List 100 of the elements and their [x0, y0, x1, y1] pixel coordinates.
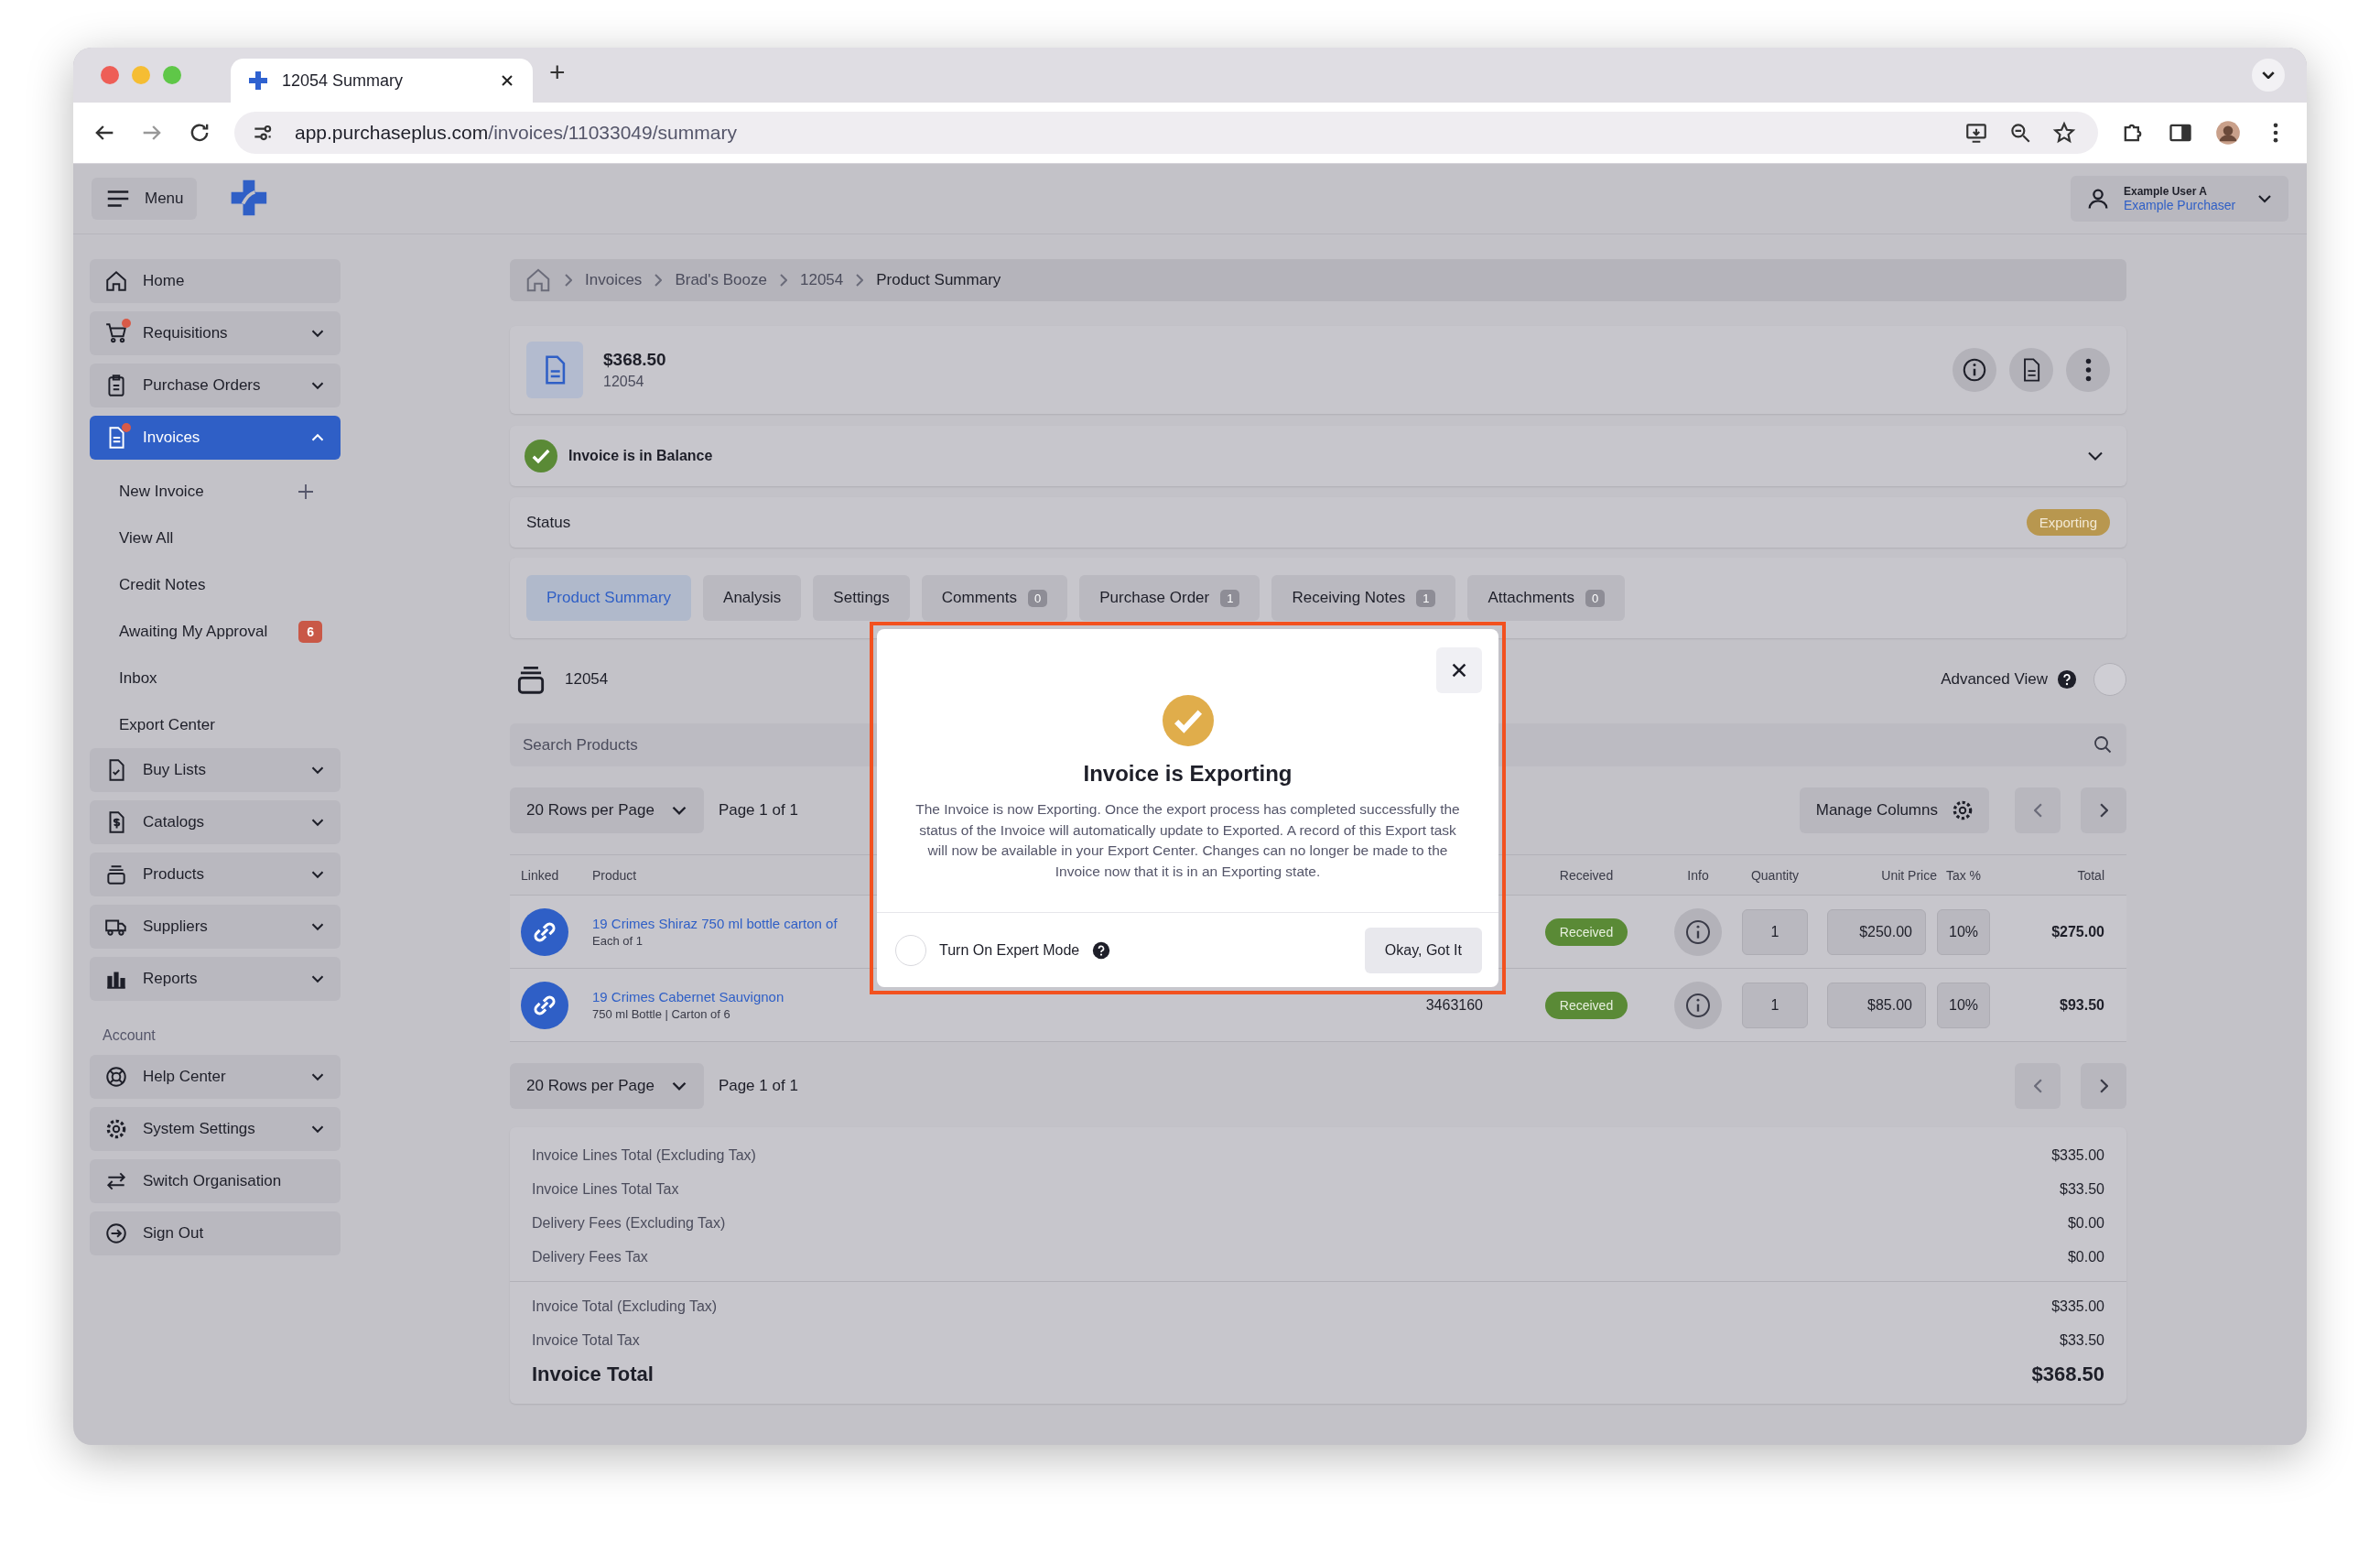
- address-bar[interactable]: app.purchaseplus.com/invoices/11033049/summary: [234, 112, 2098, 154]
- quantity-field[interactable]: 1: [1742, 908, 1808, 955]
- info-button[interactable]: [1674, 907, 1722, 956]
- column-header: Unit Price: [1881, 867, 1937, 883]
- tab[interactable]: Receiving Notes 1: [1271, 575, 1456, 621]
- dialog-title: Invoice is Exporting: [1083, 761, 1293, 787]
- close-button[interactable]: [1436, 647, 1482, 693]
- tab[interactable]: Comments 0: [921, 575, 1068, 621]
- chevron-right-icon: [2099, 1079, 2108, 1093]
- status-badge: Exporting: [2026, 509, 2110, 536]
- product-detail: Each of 1: [592, 934, 643, 948]
- tab-list-button[interactable]: [2252, 59, 2285, 92]
- tax-field[interactable]: 10%: [1937, 982, 1990, 1028]
- unit-price-field[interactable]: $250.00: [1827, 908, 1926, 955]
- table-cell: 3463160: [1425, 996, 1483, 1013]
- unit-price-field[interactable]: $85.00: [1827, 982, 1926, 1028]
- info-button[interactable]: [1674, 981, 1722, 1029]
- rows-per-page-select[interactable]: 20 Rows per Page: [510, 1063, 704, 1109]
- sidebar-item[interactable]: Buy Lists: [90, 748, 341, 792]
- sidebar-item[interactable]: Requisitions: [90, 311, 341, 355]
- line-total: $93.50: [2060, 996, 2104, 1014]
- chevron-right-icon: [856, 274, 864, 287]
- total-value: $335.00: [2051, 1298, 2104, 1315]
- total-value: $33.50: [2060, 1180, 2104, 1198]
- rows-per-page-select[interactable]: 20 Rows per Page: [510, 787, 704, 833]
- tab[interactable]: Attachments 0: [1467, 575, 1626, 621]
- count-badge: 1: [1220, 589, 1240, 607]
- breadcrumb-link[interactable]: Invoices: [585, 271, 643, 289]
- sidebar-item[interactable]: Purchase Orders: [90, 364, 341, 407]
- sidebar-item[interactable]: Products: [90, 852, 341, 896]
- sidebar-item[interactable]: System Settings: [90, 1107, 341, 1151]
- column-header: Quantity: [1750, 867, 1800, 883]
- sidebar-item[interactable]: Switch Organisation: [90, 1159, 341, 1203]
- zoom-icon[interactable]: [2008, 121, 2032, 145]
- sidebar-subitem[interactable]: Inbox: [90, 655, 341, 701]
- page-indicator: Page 1 of 1: [718, 1077, 798, 1095]
- balance-panel[interactable]: Invoice is in Balance: [510, 426, 2126, 486]
- sidebar-subitem[interactable]: Awaiting My Approval 6: [90, 608, 341, 655]
- total-value: $335.00: [2051, 1146, 2104, 1164]
- tab[interactable]: Settings: [813, 575, 910, 621]
- total-label: Invoice Total (Excluding Tax): [532, 1298, 718, 1315]
- line-total: $275.00: [2051, 923, 2104, 940]
- more-icon: [2084, 358, 2092, 382]
- link-icon[interactable]: [521, 907, 568, 956]
- sidebar-subitem[interactable]: New Invoice: [90, 468, 341, 515]
- tax-field[interactable]: 10%: [1937, 908, 1990, 955]
- chevron-left-icon: [2033, 1079, 2042, 1093]
- home-icon[interactable]: [525, 266, 552, 294]
- total-value: $0.00: [2067, 1248, 2104, 1265]
- tab[interactable]: Purchase Order 1: [1079, 575, 1260, 621]
- total-label: Invoice Total Tax: [532, 1331, 640, 1349]
- column-header: Product: [592, 867, 637, 883]
- sidebar-item[interactable]: Sign Out: [90, 1211, 341, 1255]
- sidebar-subitem[interactable]: View All: [90, 515, 341, 561]
- quantity-field[interactable]: 1: [1742, 982, 1808, 1028]
- user-menu[interactable]: Example User A Example Purchaser: [2071, 176, 2288, 222]
- grand-total-label: Invoice Total: [532, 1362, 654, 1386]
- product-list-title: 12054: [565, 670, 609, 689]
- info-button[interactable]: [1953, 348, 1996, 392]
- lifebuoy-icon: [104, 1065, 128, 1089]
- breadcrumb-link[interactable]: 12054: [799, 271, 844, 289]
- more-button[interactable]: [2066, 348, 2110, 392]
- product-link[interactable]: 19 Crimes Shiraz 750 ml bottle carton of: [592, 916, 838, 931]
- search-icon[interactable]: [2092, 733, 2114, 755]
- star-icon[interactable]: [2052, 121, 2076, 145]
- menu-button[interactable]: Menu: [92, 178, 197, 220]
- document-button[interactable]: [2009, 348, 2053, 392]
- settings-icon: [1951, 798, 1974, 822]
- sidebar-item[interactable]: Catalogs: [90, 800, 341, 844]
- sidebar-item[interactable]: Home: [90, 259, 341, 303]
- advanced-view-toggle[interactable]: [2093, 663, 2126, 696]
- help-icon[interactable]: [2057, 669, 2077, 690]
- sidebar-subitem[interactable]: Export Center: [90, 701, 341, 748]
- sidebar-item[interactable]: Suppliers: [90, 905, 341, 949]
- logo-icon: [247, 70, 269, 92]
- advanced-view-label: Advanced View: [1941, 670, 2048, 689]
- install-icon[interactable]: [1964, 121, 1988, 145]
- help-icon[interactable]: [1092, 940, 1111, 960]
- profile-avatar[interactable]: [2215, 120, 2241, 146]
- section-heading: Account: [102, 1026, 157, 1045]
- link-icon[interactable]: [521, 981, 568, 1029]
- column-header: Linked: [521, 867, 559, 883]
- expert-mode-toggle[interactable]: [895, 934, 926, 966]
- cart-icon: [104, 321, 128, 345]
- tab[interactable]: Analysis: [703, 575, 802, 621]
- sidebar-subitem[interactable]: Credit Notes: [90, 561, 341, 608]
- sidebar-item[interactable]: Invoices: [90, 416, 341, 460]
- total-label: Delivery Fees (Excluding Tax): [532, 1214, 726, 1232]
- breadcrumb-link[interactable]: Brad's Booze: [675, 271, 767, 289]
- browser-tab[interactable]: 12054 Summary: [231, 59, 533, 103]
- chevron-right-icon: [565, 274, 572, 287]
- dialog-message: The Invoice is now Exporting. Once the export process has completed successfully the status of the Invoice will automatically update to Exported. A record of this Export task will now be available in your Export Center. Changes can no longer be made to the Invoice now that it is in an Exporting state.: [914, 800, 1461, 881]
- confirm-button[interactable]: Okay, Got It: [1364, 927, 1482, 973]
- product-link[interactable]: 19 Crimes Cabernet Sauvignon: [592, 989, 784, 1004]
- sidebar-item[interactable]: Reports: [90, 957, 341, 1001]
- manage-columns-button[interactable]: Manage Columns: [1799, 787, 1989, 833]
- document-icon: [526, 342, 583, 398]
- sidebar-item[interactable]: Help Center: [90, 1055, 341, 1099]
- count-badge: 6: [298, 620, 322, 643]
- new-tab-button[interactable]: +: [549, 59, 566, 86]
